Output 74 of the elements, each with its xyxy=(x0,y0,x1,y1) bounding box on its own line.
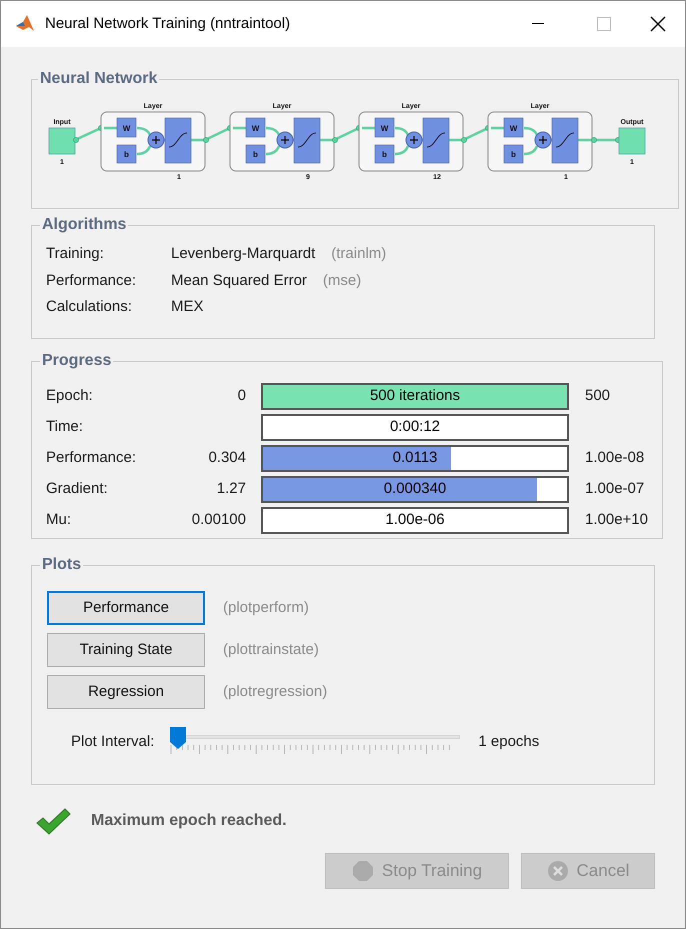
algorithm-label: Performance: xyxy=(46,270,138,290)
weight-label: W xyxy=(252,124,260,133)
panel-title: Progress xyxy=(41,351,112,371)
transfer-function-block xyxy=(164,118,192,164)
window-title: Neural Network Training (nntraintool) xyxy=(45,14,290,34)
bias-block xyxy=(246,144,266,164)
bar-text: 1.00e-06 xyxy=(384,510,446,530)
sum-node xyxy=(276,132,294,148)
minimize-icon xyxy=(532,23,544,25)
algorithm-label: Calculations: xyxy=(46,297,133,317)
algorithm-value: MEX xyxy=(171,297,204,317)
progress-label: Time: xyxy=(46,416,84,437)
bias-block xyxy=(374,144,394,164)
algorithm-code: (trainlm) xyxy=(331,244,386,264)
plot-button[interactable]: Performance xyxy=(47,591,205,625)
app-logo-icon xyxy=(15,14,35,34)
start-value: 0 xyxy=(236,386,246,406)
plot-interval-label: Plot Interval: xyxy=(71,732,154,752)
panel-title: Neural Network xyxy=(39,69,158,89)
close-icon xyxy=(650,16,666,32)
plot-function: (plottrainstate) xyxy=(223,640,319,660)
weight-block xyxy=(116,118,136,138)
start-value: 1.27 xyxy=(216,478,246,499)
bar-text: 0:00:12 xyxy=(388,416,442,437)
end-value: 1.00e+10 xyxy=(585,510,648,530)
checkmark-icon xyxy=(35,807,71,835)
weight-label: W xyxy=(380,124,388,133)
bias-label: b xyxy=(382,150,387,159)
algorithm-value: Mean Squared Error xyxy=(171,270,307,290)
output-node xyxy=(618,128,646,154)
progress-label: Mu: xyxy=(46,510,72,530)
bias-block xyxy=(116,144,136,164)
algorithm-code: (mse) xyxy=(322,270,362,290)
transfer-function-block xyxy=(294,118,320,164)
weight-label: W xyxy=(122,124,130,133)
plot-function: (plotperform) xyxy=(223,598,309,618)
bar-text: 500 iterations xyxy=(368,386,462,406)
algorithm-value: Levenberg-Marquardt xyxy=(171,244,316,264)
weight-block xyxy=(246,118,266,138)
progress-label: Gradient: xyxy=(46,478,109,499)
transfer-function-block xyxy=(552,118,578,164)
plot-function: (plotregression) xyxy=(223,682,328,702)
weight-block xyxy=(504,118,524,138)
sum-node xyxy=(406,132,422,148)
panel-title: Algorithms xyxy=(41,215,128,235)
weight-block xyxy=(374,118,394,138)
end-value: 1.00e-07 xyxy=(585,478,644,499)
bias-block xyxy=(504,144,524,164)
input-node xyxy=(48,128,76,154)
start-value: 0.00100 xyxy=(190,510,246,530)
bias-label: b xyxy=(253,150,258,159)
algorithm-label: Training: xyxy=(46,244,105,264)
transfer-function-block xyxy=(422,118,450,164)
bar-text: 0.0113 xyxy=(392,448,438,468)
panel-title: Plots xyxy=(41,555,82,575)
end-value: 1.00e-08 xyxy=(585,448,644,468)
maximize-icon xyxy=(597,17,611,31)
weight-label: W xyxy=(510,124,518,133)
progress-label: Epoch: xyxy=(46,386,94,406)
stop-sign-icon xyxy=(352,860,374,882)
progress-label: Performance: xyxy=(46,448,138,468)
plot-button[interactable]: Training State xyxy=(47,633,205,667)
plot-button[interactable]: Regression xyxy=(47,675,205,709)
bias-label: b xyxy=(511,150,516,159)
interval-reading: 1 epochs xyxy=(478,732,540,752)
bar-text: 0.000340 xyxy=(382,478,448,499)
start-value: 0.304 xyxy=(207,448,246,468)
status-message: Maximum epoch reached. xyxy=(91,811,287,831)
cancel-icon xyxy=(546,860,569,882)
sum-node xyxy=(148,132,164,148)
sum-node xyxy=(534,132,552,148)
bias-label: b xyxy=(124,150,129,159)
slider-thumb[interactable] xyxy=(170,727,186,749)
end-value: 500 xyxy=(585,386,610,406)
